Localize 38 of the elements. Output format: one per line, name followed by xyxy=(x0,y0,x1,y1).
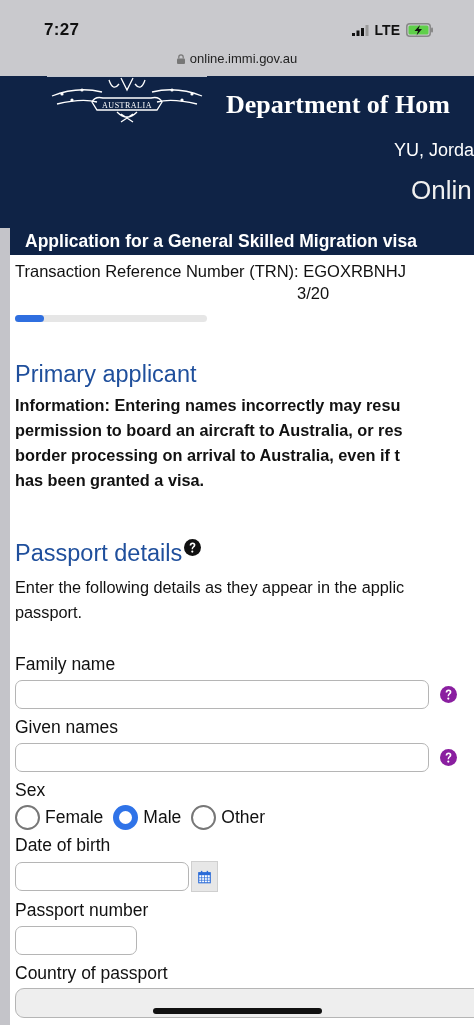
radio-option[interactable]: Female xyxy=(15,805,104,830)
date-field[interactable] xyxy=(15,862,189,891)
calendar-button[interactable] xyxy=(191,861,218,892)
battery-charging-icon xyxy=(406,23,434,37)
lock-icon xyxy=(176,53,185,64)
user-name: YU, Jorda xyxy=(392,140,474,161)
network-label: LTE xyxy=(374,22,400,38)
help-icon[interactable] xyxy=(184,539,202,556)
text-field[interactable] xyxy=(15,743,429,772)
field-label: Passport number xyxy=(15,899,149,921)
form-title: Application for a General Skilled Migration visa xyxy=(10,228,474,255)
radio-option[interactable]: Other xyxy=(191,805,266,830)
field-label: Given names xyxy=(15,716,119,738)
radio-button[interactable] xyxy=(15,805,40,830)
department-title: Department of Hom xyxy=(226,90,450,120)
field-label: Sex xyxy=(15,779,46,801)
field-label: Country of passport xyxy=(15,962,168,984)
radio-button[interactable] xyxy=(191,805,217,830)
field-label: Family name xyxy=(15,653,116,675)
text-field[interactable] xyxy=(15,926,137,955)
field-label: Date of birth xyxy=(15,834,111,856)
service-title: Onlin xyxy=(410,175,473,206)
radio-option[interactable]: Male xyxy=(113,805,182,830)
address-url[interactable]: online.immi.gov.au xyxy=(189,51,298,66)
help-icon[interactable] xyxy=(440,686,457,703)
section-heading: Passport details xyxy=(15,539,183,567)
select-field[interactable] xyxy=(15,988,474,1018)
information-text: Information: Entering names incorrectly may resu permission to board an aircraft to Australia, or res border processing on arrival to Australia, even if t has been granted a visa. xyxy=(15,395,404,491)
step-counter: 3/20 xyxy=(296,283,330,304)
section-heading: Primary applicant xyxy=(15,360,197,388)
radio-button[interactable] xyxy=(113,805,139,830)
crest-drawing: AUSTRALIA xyxy=(47,76,207,124)
text-field[interactable] xyxy=(15,680,429,709)
clock-time: 7:27 xyxy=(44,20,80,40)
help-icon[interactable] xyxy=(440,749,457,766)
instruction-text: Enter the following details as they appear in the applic passport. xyxy=(15,577,406,623)
signal-icon xyxy=(351,24,369,36)
trn-text: Transaction Reference Number (TRN): EGOXRBNHJ xyxy=(15,261,407,282)
